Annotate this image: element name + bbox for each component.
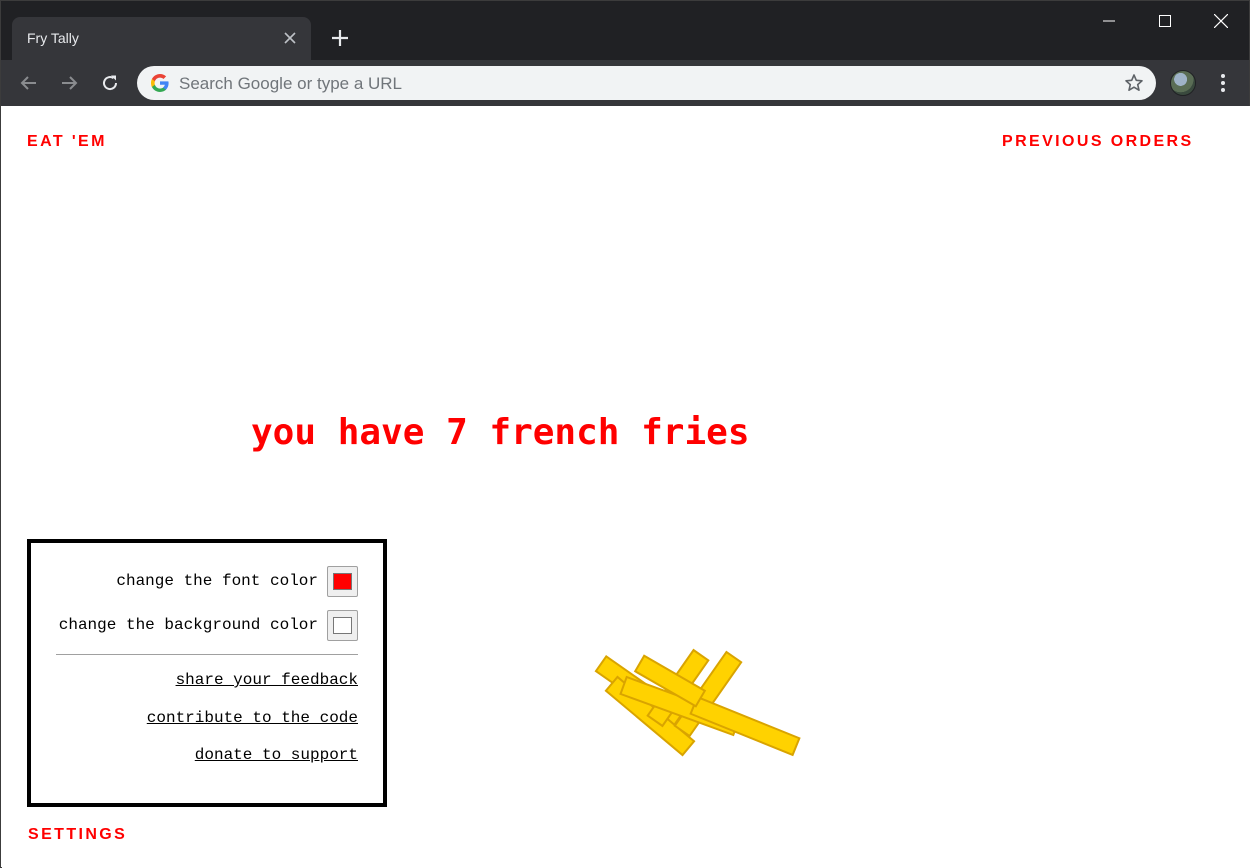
more-vert-icon[interactable] xyxy=(1213,71,1233,95)
address-bar[interactable]: Search Google or type a URL xyxy=(137,66,1156,100)
reload-icon[interactable] xyxy=(94,67,126,99)
browser-tab[interactable]: Fry Tally xyxy=(12,17,311,60)
divider xyxy=(56,654,358,655)
background-color-label: change the background color xyxy=(58,616,318,634)
close-icon[interactable] xyxy=(281,29,299,47)
tab-title: Fry Tally xyxy=(27,30,79,46)
browser-toolbar: Search Google or type a URL xyxy=(1,60,1249,106)
feedback-link[interactable]: share your feedback xyxy=(176,671,358,689)
minimize-button[interactable] xyxy=(1080,1,1138,41)
contribute-link[interactable]: contribute to the code xyxy=(147,709,358,727)
french-fries-pile[interactable] xyxy=(580,626,830,776)
background-color-swatch xyxy=(333,617,352,634)
previous-orders-link[interactable]: PREVIOUS ORDERS xyxy=(1002,133,1194,151)
google-g-icon xyxy=(151,74,169,92)
eat-button[interactable]: EAT 'EM xyxy=(27,133,107,151)
donate-link[interactable]: donate to support xyxy=(195,746,358,764)
maximize-button[interactable] xyxy=(1136,1,1194,41)
plus-icon[interactable] xyxy=(327,25,353,51)
font-color-swatch xyxy=(333,573,352,590)
background-color-picker[interactable] xyxy=(327,610,358,641)
arrow-right-icon[interactable] xyxy=(53,67,85,99)
font-color-label: change the font color xyxy=(116,572,318,590)
settings-panel: change the font color change the backgro… xyxy=(27,539,387,807)
browser-window: Fry Tally Search Google or type a URL EA… xyxy=(0,0,1250,868)
settings-toggle[interactable]: SETTINGS xyxy=(28,826,127,844)
star-icon[interactable] xyxy=(1124,73,1144,98)
fry-count-headline: you have 7 french fries xyxy=(251,412,750,453)
profile-avatar[interactable] xyxy=(1170,70,1196,96)
page-content: EAT 'EM PREVIOUS ORDERS you have 7 frenc… xyxy=(2,106,1250,868)
omnibox-placeholder: Search Google or type a URL xyxy=(179,74,403,93)
title-bar: Fry Tally xyxy=(1,1,1249,60)
window-close-button[interactable] xyxy=(1192,1,1250,41)
arrow-left-icon[interactable] xyxy=(13,67,45,99)
font-color-picker[interactable] xyxy=(327,566,358,597)
